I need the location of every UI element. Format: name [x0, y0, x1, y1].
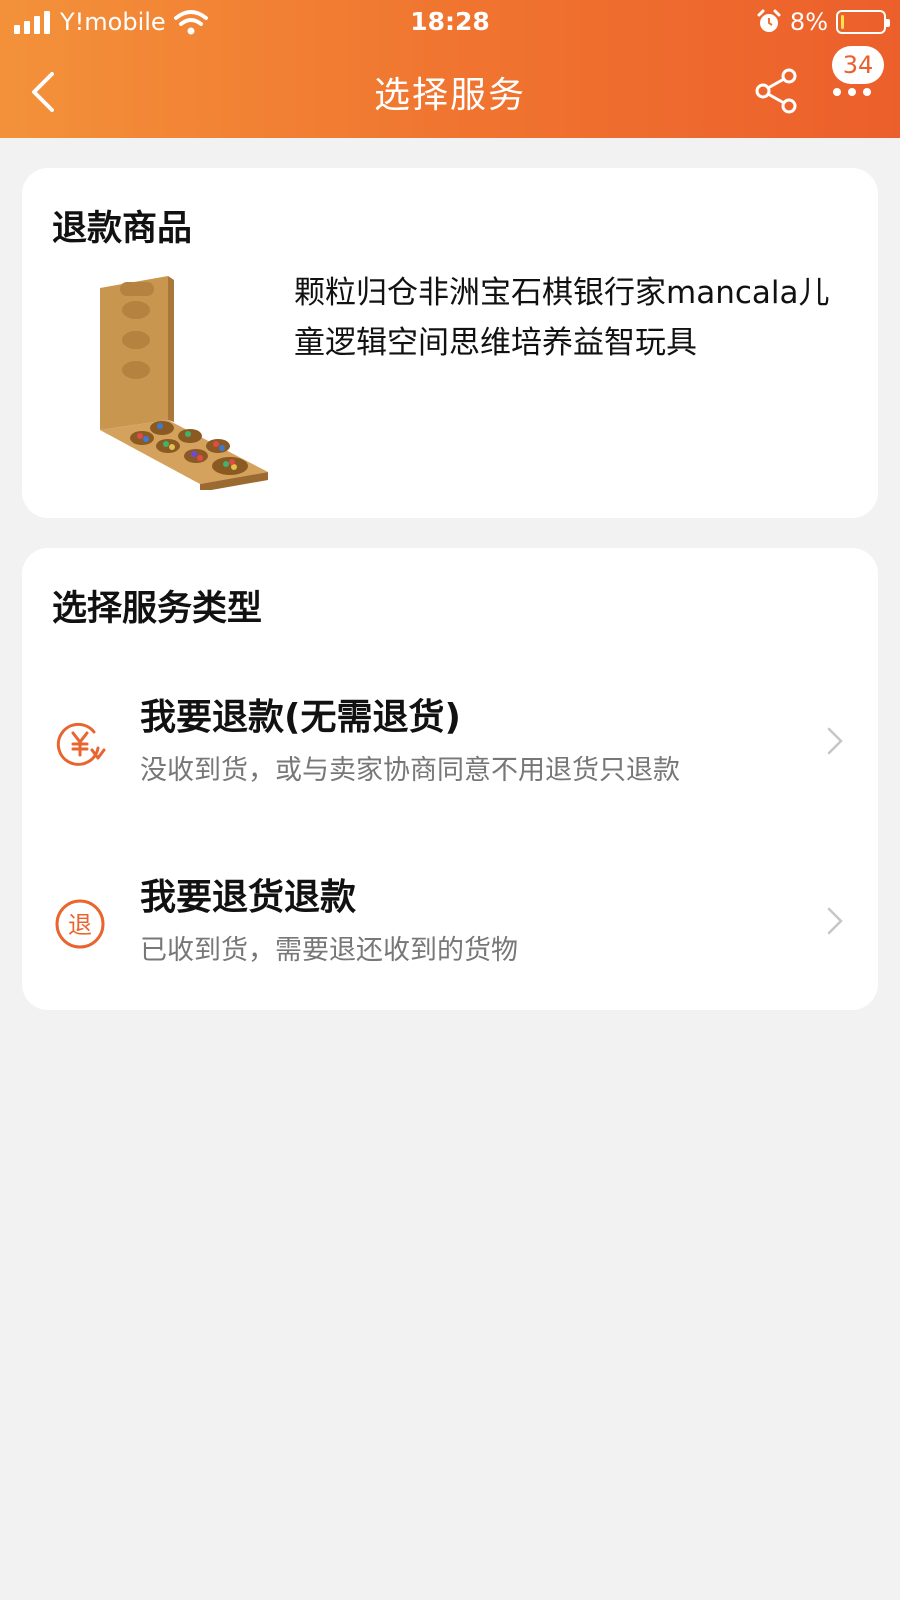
- battery-percent: 8%: [789, 8, 828, 36]
- nav-bar: 选择服务 34: [0, 46, 900, 138]
- return-tui-icon: 退: [55, 899, 105, 949]
- refund-only-option[interactable]: 我要退款(无需退货) 没收到货，或与卖家协商同意不用退货只退款: [22, 678, 878, 828]
- service-type-card: 选择服务类型 我要退款(无需退货) 没收到货，或与卖家协商同意不用退货只退款 退…: [22, 548, 878, 1010]
- status-right-group: 8%: [756, 8, 890, 36]
- product-name[interactable]: 颗粒归仓非洲宝石棋银行家mancala儿童逻辑空间思维培养益智玩具: [294, 268, 854, 368]
- battery-level: [841, 15, 844, 29]
- app-header: Y!mobile 18:28 8% 选择服务 34: [0, 0, 900, 138]
- return-refund-option[interactable]: 退 我要退货退款 已收到货，需要退还收到的货物: [22, 858, 878, 1008]
- message-count-badge[interactable]: 34: [832, 46, 884, 84]
- product-card-title: 退款商品: [52, 209, 193, 249]
- alarm-icon: [757, 9, 781, 32]
- refund-only-desc: 没收到货，或与卖家协商同意不用退货只退款: [140, 755, 680, 786]
- refund-product-card: 退款商品 颗粒归仓非洲宝石棋银行家mancala儿童逻辑空间思维培养益智玩具: [22, 168, 878, 518]
- product-image[interactable]: [50, 270, 270, 490]
- service-card-title: 选择服务类型: [52, 589, 263, 629]
- svg-text:退: 退: [68, 911, 92, 939]
- return-refund-title: 我要退货退款: [140, 877, 357, 918]
- chevron-right-icon: [827, 727, 843, 755]
- more-icon[interactable]: [832, 86, 872, 98]
- refund-yen-icon: [56, 722, 106, 766]
- chevron-right-icon: [827, 907, 843, 935]
- refund-only-title: 我要退款(无需退货): [140, 697, 461, 738]
- share-icon[interactable]: [754, 68, 800, 114]
- status-bar: Y!mobile 18:28 8%: [0, 0, 900, 46]
- battery-icon: [836, 10, 890, 34]
- return-refund-desc: 已收到货，需要退还收到的货物: [140, 935, 518, 966]
